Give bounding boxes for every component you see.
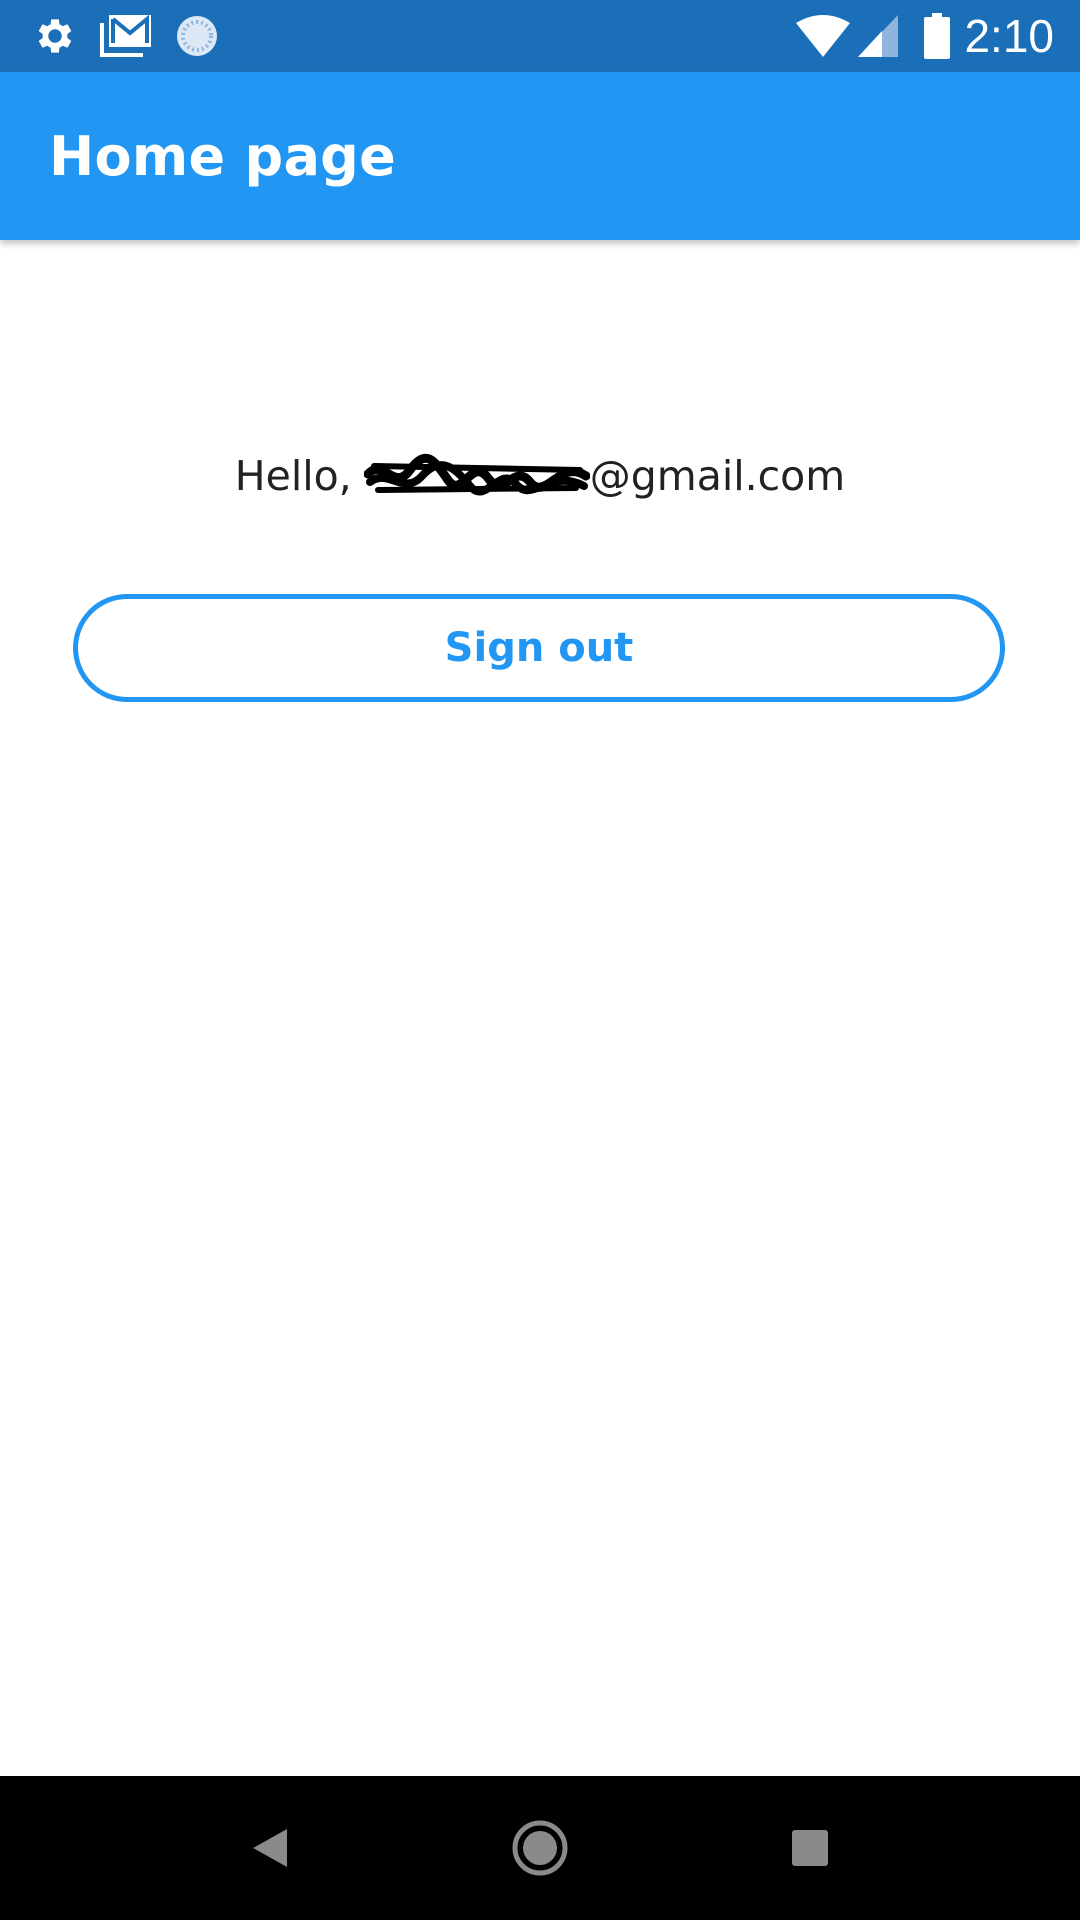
email-domain: @gmail.com	[589, 452, 846, 500]
home-icon[interactable]	[480, 1776, 600, 1920]
recents-icon[interactable]	[750, 1776, 870, 1920]
redacted-scribble-icon	[363, 452, 591, 500]
sync-spinner-icon	[172, 0, 222, 72]
status-time: 2:10	[964, 10, 1054, 62]
cell-signal-icon	[858, 0, 898, 72]
sign-out-button[interactable]: Sign out	[73, 594, 1005, 702]
back-icon[interactable]	[210, 1776, 330, 1920]
gear-icon	[28, 0, 82, 72]
wifi-icon	[796, 0, 850, 72]
greeting-prefix: Hello,	[234, 452, 352, 500]
page-title: Home page	[49, 124, 397, 188]
app-bar: Home page	[0, 72, 1080, 240]
system-nav-bar	[0, 1776, 1080, 1920]
status-bar: 2:10	[0, 0, 1080, 72]
gmail-icon	[98, 0, 154, 72]
battery-icon	[922, 0, 952, 72]
greeting-text: Hello, @gmail.com	[0, 440, 1080, 512]
